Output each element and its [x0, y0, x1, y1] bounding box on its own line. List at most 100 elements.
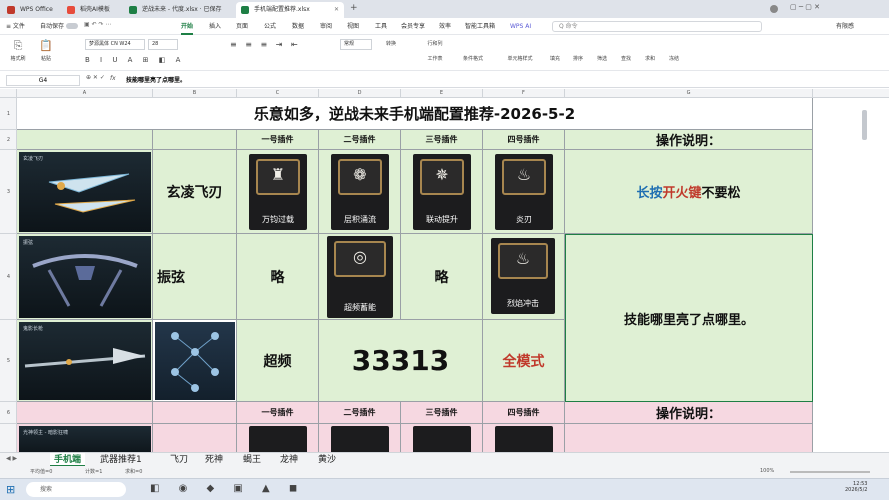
select-all[interactable]: [0, 89, 17, 98]
search-input[interactable]: Q 命令: [552, 21, 762, 32]
cell-style-button[interactable]: 单元格样式: [500, 55, 540, 62]
number-format-select[interactable]: 常规: [340, 39, 372, 50]
plug-header-1-row6[interactable]: 一号插件: [237, 402, 319, 424]
sum-button[interactable]: 求和: [640, 55, 660, 62]
row-header-2[interactable]: 2: [0, 130, 17, 150]
menu-page[interactable]: 页面: [236, 18, 248, 35]
close-icon[interactable]: ✕: [334, 2, 339, 18]
windows-start-icon[interactable]: ⊞: [6, 483, 15, 496]
menu-member[interactable]: 会员专享: [401, 18, 425, 35]
menu-insert[interactable]: 插入: [209, 18, 221, 35]
empty-cell[interactable]: [813, 98, 862, 130]
sheet-tab-weapons[interactable]: 武器推荐1: [100, 453, 142, 467]
find-button[interactable]: 查找: [616, 55, 636, 62]
row-header-5[interactable]: 5: [0, 320, 17, 402]
cell-b2[interactable]: [153, 130, 237, 150]
row-header-3[interactable]: 3: [0, 150, 17, 234]
sheet-tab-scorpion[interactable]: 蝎王: [243, 453, 261, 467]
menu-data[interactable]: 数据: [292, 18, 304, 35]
sheet-title[interactable]: 乐意如多，逆战未来手机端配置推荐-2026-5-2: [17, 98, 813, 130]
cell-b7[interactable]: [153, 424, 237, 452]
zoom-level[interactable]: 100%: [760, 468, 774, 474]
cell-a6[interactable]: [17, 402, 153, 424]
zoom-slider[interactable]: [790, 471, 870, 473]
menu-smart-toolbox[interactable]: 智能工具箱: [465, 18, 495, 35]
autosave-toggle[interactable]: [66, 23, 78, 29]
wps-ai-button[interactable]: WPS AI: [510, 18, 531, 35]
menu-review[interactable]: 审阅: [320, 18, 332, 35]
tab-docer[interactable]: 稻壳AI模板: [62, 2, 120, 18]
font-size-select[interactable]: 28: [148, 39, 178, 50]
operation-note-1[interactable]: 长按 开火键 不要松: [565, 150, 813, 234]
row-col-button[interactable]: 行和列: [420, 40, 450, 47]
tab-workbook-1[interactable]: 逆战未来 - 代度.xlsx · 已保存: [124, 2, 232, 18]
cell-b5[interactable]: [153, 320, 237, 402]
menu-formula[interactable]: 公式: [264, 18, 276, 35]
plug-header-3[interactable]: 三号插件: [401, 130, 483, 150]
plug-header-2[interactable]: 二号插件: [319, 130, 401, 150]
window-controls-icon[interactable]: ▢ ─ ▢ ✕: [790, 3, 820, 11]
plug-header-4-row6[interactable]: 四号插件: [483, 402, 565, 424]
share-button[interactable]: 有限感: [836, 18, 854, 35]
weapon-name-1[interactable]: 玄凌飞刃: [153, 150, 237, 234]
row-header-1[interactable]: 1: [0, 98, 17, 130]
menu-tools[interactable]: 工具: [375, 18, 387, 35]
operation-note-2[interactable]: 技能哪里亮了点哪里。: [565, 234, 813, 402]
taskbar-search[interactable]: 搜索: [26, 482, 126, 497]
sort-button[interactable]: 排序: [568, 55, 588, 62]
cell-a2[interactable]: [17, 130, 153, 150]
plug-header-4[interactable]: 四号插件: [483, 130, 565, 150]
config-code[interactable]: 33313: [319, 320, 483, 402]
operation-header-row6[interactable]: 操作说明：: [565, 402, 813, 424]
menu-view[interactable]: 视图: [347, 18, 359, 35]
tab-wps-office[interactable]: WPS Office: [2, 2, 58, 18]
col-header-g[interactable]: G: [565, 89, 813, 98]
col-header-a[interactable]: A: [17, 89, 153, 98]
sheet-tab-reaper[interactable]: 死神: [205, 453, 223, 467]
sheet-nav-icons[interactable]: ◀ ▶: [6, 455, 17, 462]
col-header-f[interactable]: F: [483, 89, 565, 98]
avatar[interactable]: [770, 5, 778, 13]
cell-b6[interactable]: [153, 402, 237, 424]
sheet-tab-sand[interactable]: 黄沙: [318, 453, 336, 467]
cell-g7[interactable]: [565, 424, 813, 452]
file-menu[interactable]: ≡ 文件: [6, 18, 25, 35]
convert-button[interactable]: 转换: [376, 40, 406, 47]
scroll-thumb[interactable]: [862, 110, 867, 140]
menu-efficiency[interactable]: 效率: [439, 18, 451, 35]
cell-e4[interactable]: 略: [401, 234, 483, 320]
sheet-tab-mobile[interactable]: 手机端: [50, 453, 86, 467]
new-tab-icon[interactable]: +: [350, 3, 358, 13]
col-header-b[interactable]: B: [153, 89, 237, 98]
sheet-tab-knife[interactable]: 飞刀: [170, 453, 188, 467]
col-header-d[interactable]: D: [319, 89, 401, 98]
weapon-name-2[interactable]: 振弦: [153, 234, 237, 320]
font-name-select[interactable]: 梦源黑体 CN W24: [85, 39, 145, 50]
operation-header[interactable]: 操作说明：: [565, 130, 813, 150]
col-header-e[interactable]: E: [401, 89, 483, 98]
plug-header-1[interactable]: 一号插件: [237, 130, 319, 150]
formula-input[interactable]: 技能哪里亮了点哪里。: [126, 75, 186, 84]
name-box[interactable]: G4: [6, 75, 80, 86]
row-header-6[interactable]: 6: [0, 402, 17, 424]
col-header-c[interactable]: C: [237, 89, 319, 98]
taskbar-app-icons[interactable]: ◧ ◉ ◆ ▣ ▲ ◼: [150, 483, 305, 494]
paste-icon[interactable]: 📋: [36, 39, 56, 52]
font-style-icons[interactable]: B I U A ⊞ ◧ A: [85, 56, 215, 64]
cell-c5[interactable]: 超频: [237, 320, 319, 402]
vertical-scrollbar[interactable]: [862, 98, 889, 452]
worksheet-button[interactable]: 工作表: [420, 55, 450, 62]
filter-button[interactable]: 筛选: [592, 55, 612, 62]
align-icons[interactable]: ≡ ≡ ≡ ⇥ ⇤: [230, 40, 330, 49]
format-painter-icon[interactable]: ⎘: [8, 39, 28, 53]
tab-workbook-active[interactable]: 手机端配置推荐.xlsx ✕: [236, 2, 344, 18]
row-header-4[interactable]: 4: [0, 234, 17, 320]
formula-tools-icons[interactable]: ⊕ ✕ ✓: [86, 74, 105, 81]
sheet-tab-dragon[interactable]: 龙神: [280, 453, 298, 467]
fill-button[interactable]: 填充: [545, 55, 565, 62]
plug-header-3-row6[interactable]: 三号插件: [401, 402, 483, 424]
plug-header-2-row6[interactable]: 二号插件: [319, 402, 401, 424]
mode-cell[interactable]: 全模式: [483, 320, 565, 402]
freeze-button[interactable]: 冻结: [664, 55, 684, 62]
conditional-format-button[interactable]: 条件格式: [458, 55, 488, 62]
